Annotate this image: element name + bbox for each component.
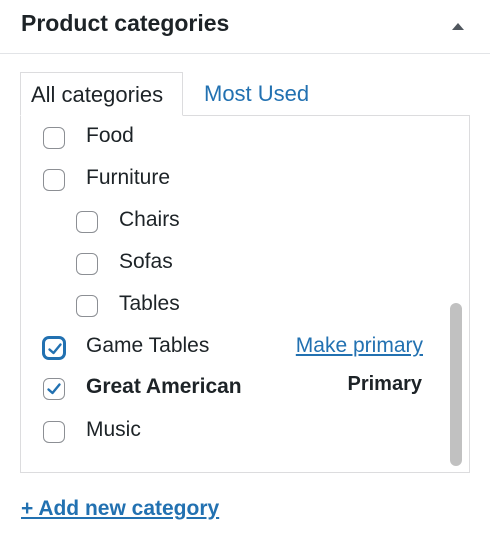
category-checkbox-music[interactable]	[43, 421, 65, 443]
primary-status-label: Primary	[347, 373, 423, 395]
product-categories-panel: Product categories All categories Most U…	[0, 0, 490, 540]
category-checkbox-chairs[interactable]	[76, 211, 98, 233]
category-label: Music	[86, 418, 141, 441]
collapse-toggle-button[interactable]	[446, 14, 470, 38]
category-checkbox-game-tables[interactable]	[43, 337, 65, 359]
category-label: Game Tables	[86, 334, 210, 357]
checkmark-icon	[48, 343, 62, 355]
category-label: Tables	[119, 292, 180, 315]
category-item-great-american: Great American Primary	[43, 373, 469, 407]
tab-most-used[interactable]: Most Used	[204, 81, 309, 107]
category-label: Sofas	[119, 250, 173, 273]
tab-all-categories-label: All categories	[31, 82, 164, 107]
category-label: Food	[86, 124, 134, 147]
category-label: Furniture	[86, 166, 171, 189]
panel-title: Product categories	[21, 10, 230, 36]
add-new-category-link[interactable]: + Add new category	[21, 497, 219, 521]
category-checkbox-great-american[interactable]	[43, 378, 65, 400]
checkmark-icon	[47, 383, 61, 395]
category-checklist[interactable]: Food Furniture Chairs Sofas Tables Game …	[20, 115, 470, 473]
tab-all-categories[interactable]: All categories	[20, 72, 183, 116]
make-primary-link[interactable]: Make primary	[296, 334, 423, 358]
category-checkbox-sofas[interactable]	[76, 253, 98, 275]
category-item-game-tables: Game Tables Make primary	[43, 334, 469, 366]
category-label: Great American	[86, 375, 242, 398]
panel-header: Product categories	[0, 0, 490, 54]
scrollbar-thumb[interactable]	[450, 303, 462, 466]
category-checkbox-tables[interactable]	[76, 295, 98, 317]
category-checkbox-food[interactable]	[43, 127, 65, 149]
category-checkbox-furniture[interactable]	[43, 169, 65, 191]
triangle-up-icon	[446, 14, 470, 38]
category-label: Chairs	[119, 208, 180, 231]
